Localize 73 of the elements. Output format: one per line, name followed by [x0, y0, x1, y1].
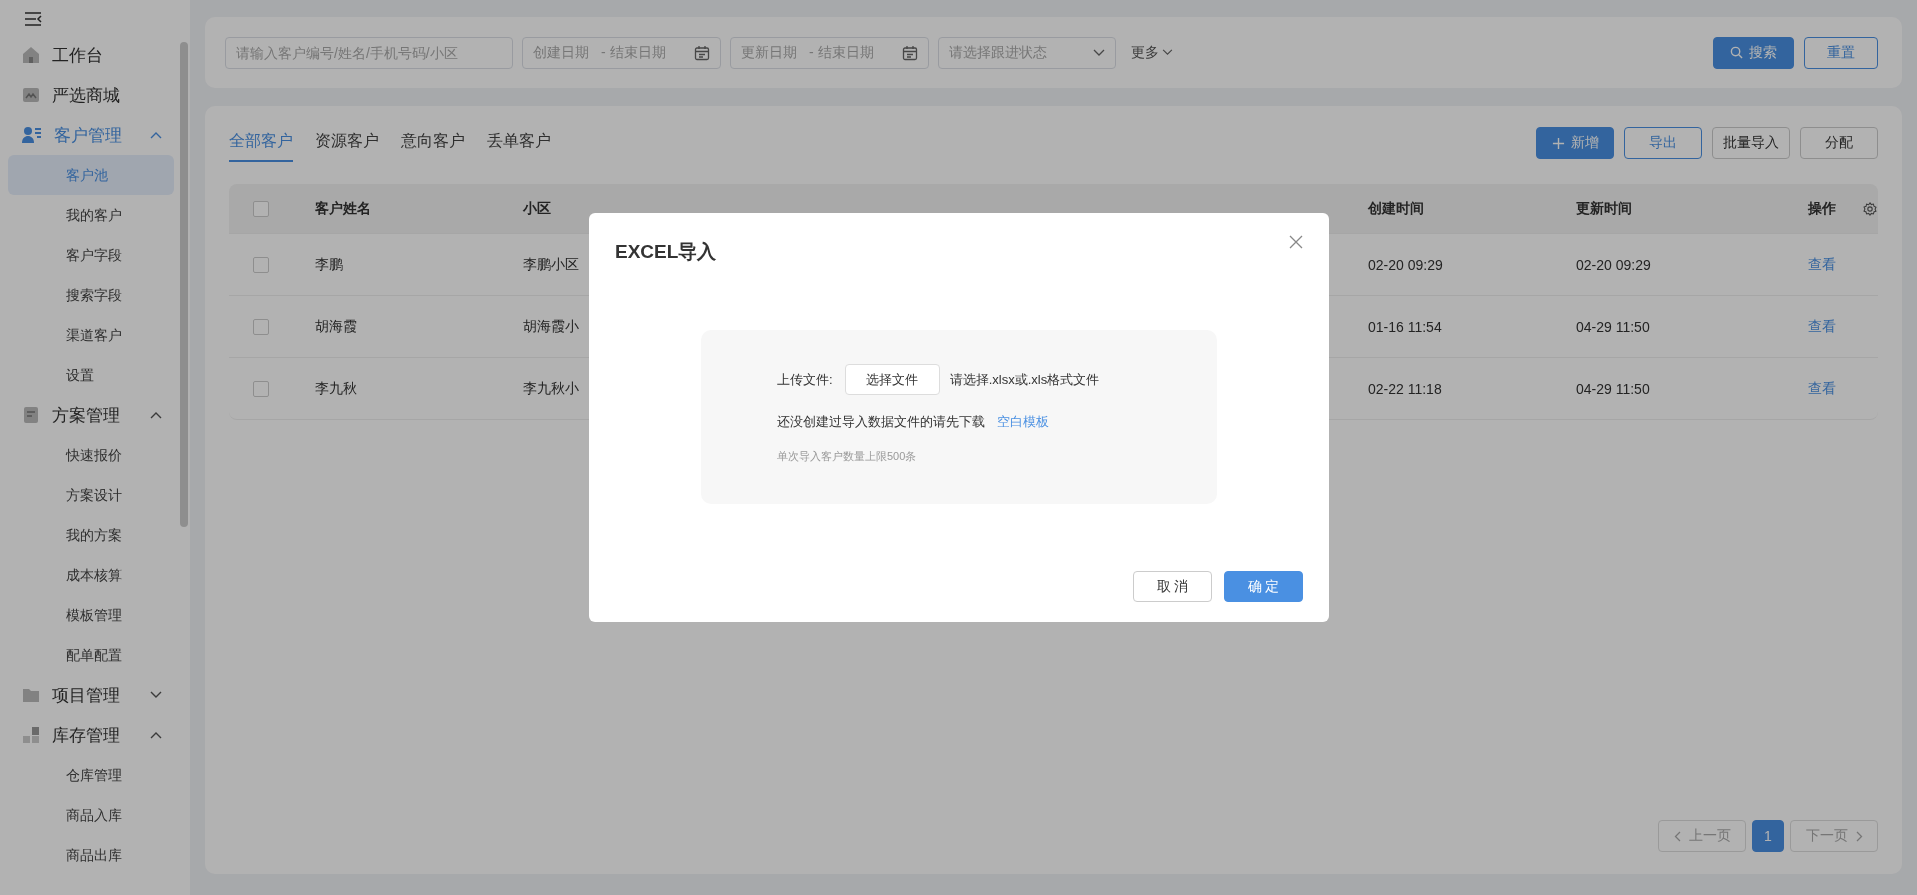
chevron-icon	[150, 131, 162, 139]
sidebar-submenu-item[interactable]: 配单配置	[8, 635, 174, 675]
sidebar-submenu-item[interactable]: 仓库管理	[8, 755, 174, 795]
select-all-checkbox[interactable]	[253, 200, 269, 217]
sidebar-submenu-item[interactable]: 搜索字段	[8, 275, 174, 315]
chevron-icon	[150, 411, 162, 419]
table-cell-text: 胡海霞	[315, 317, 358, 336]
table-cell-text: 02-20 09:29	[1368, 256, 1444, 273]
house-icon	[22, 46, 40, 64]
tab[interactable]: 丢单客户	[487, 131, 551, 162]
sidebar-menu-item[interactable]: 库存管理	[0, 715, 190, 755]
column-header: 更新时间	[1576, 199, 1633, 218]
row-checkbox[interactable]	[253, 256, 269, 273]
chevron-icon	[150, 691, 162, 699]
table-cell-text: 李鹏小区	[523, 255, 580, 274]
action-button[interactable]: 分配	[1800, 127, 1878, 159]
search-icon	[1730, 46, 1743, 59]
column-header: 创建时间	[1368, 199, 1425, 218]
document-icon	[22, 406, 40, 424]
tab[interactable]: 意向客户	[401, 131, 465, 162]
sidebar-menu-item[interactable]: 项目管理	[0, 675, 190, 715]
upload-label: 上传文件:	[777, 370, 833, 389]
boxes-icon	[22, 726, 40, 744]
shop-icon	[22, 86, 40, 104]
close-icon[interactable]	[1289, 235, 1303, 249]
menu-icon[interactable]	[24, 12, 42, 26]
chevron-right-icon	[1855, 830, 1863, 842]
table-cell-text: 04-29 11:50	[1576, 318, 1651, 335]
sidebar-submenu-item[interactable]: 成本核算	[8, 555, 174, 595]
sidebar-submenu-item[interactable]: 我的客户	[8, 195, 174, 235]
template-hint: 还没创建过导入数据文件的请先下载	[777, 413, 985, 431]
scrollbar[interactable]	[180, 42, 188, 527]
more-filters-button[interactable]: 更多	[1125, 43, 1179, 62]
table-cell-text: 04-29 11:50	[1576, 380, 1651, 397]
chevron-left-icon	[1673, 830, 1681, 842]
sidebar-submenu-item[interactable]: 方案设计	[8, 475, 174, 515]
cancel-button[interactable]: 取 消	[1133, 571, 1212, 602]
tab[interactable]: 资源客户	[315, 131, 379, 162]
settings-icon[interactable]	[1863, 201, 1877, 216]
plus-icon	[1551, 136, 1565, 150]
column-header: 操作	[1808, 199, 1837, 218]
sidebar-submenu-item[interactable]: 渠道客户	[8, 315, 174, 355]
table-cell-text: 李鹏	[315, 255, 344, 274]
import-limit-note: 单次导入客户数量上限500条	[777, 449, 918, 464]
sidebar-submenu-item[interactable]: 快速报价	[8, 435, 174, 475]
folder-icon	[22, 686, 40, 704]
table-cell-text: 李九秋小	[523, 379, 580, 398]
sidebar-submenu-item[interactable]: 我的方案	[8, 515, 174, 555]
row-checkbox[interactable]	[253, 318, 269, 335]
sidebar-submenu-item[interactable]: 商品入库	[8, 795, 174, 835]
table-cell-text: 胡海霞小	[523, 317, 580, 336]
chevron-down-icon	[1093, 48, 1105, 57]
column-header: 小区	[523, 199, 552, 218]
person-icon	[22, 126, 42, 144]
sidebar-submenu-item[interactable]: 客户字段	[8, 235, 174, 275]
sidebar-submenu-item[interactable]: 设置	[8, 355, 174, 395]
table-cell-text: 02-20 09:29	[1576, 256, 1652, 273]
table-cell-text: 01-16 11:54	[1368, 318, 1443, 335]
action-button[interactable]: 批量导入	[1712, 127, 1790, 159]
file-format-hint: 请选择.xlsx或.xls格式文件	[949, 370, 1100, 389]
calendar-icon	[902, 44, 918, 61]
chevron-icon	[150, 731, 162, 739]
search-field[interactable]: 请输入客户编号/姓名/手机号码/小区	[225, 36, 513, 69]
choose-file-button[interactable]: 选择文件	[844, 364, 940, 395]
calendar-icon	[694, 44, 710, 61]
column-header: 客户姓名	[315, 199, 372, 218]
sidebar-submenu-item[interactable]: 商品出库	[8, 835, 174, 875]
sidebar-submenu-item[interactable]: 模板管理	[8, 595, 174, 635]
chevron-down-icon	[1162, 49, 1173, 56]
table-cell-text: 02-22 11:18	[1368, 380, 1443, 397]
row-checkbox[interactable]	[253, 380, 269, 397]
dialog-title: EXCEL导入	[615, 240, 717, 264]
table-cell-text: 李九秋	[315, 379, 358, 398]
